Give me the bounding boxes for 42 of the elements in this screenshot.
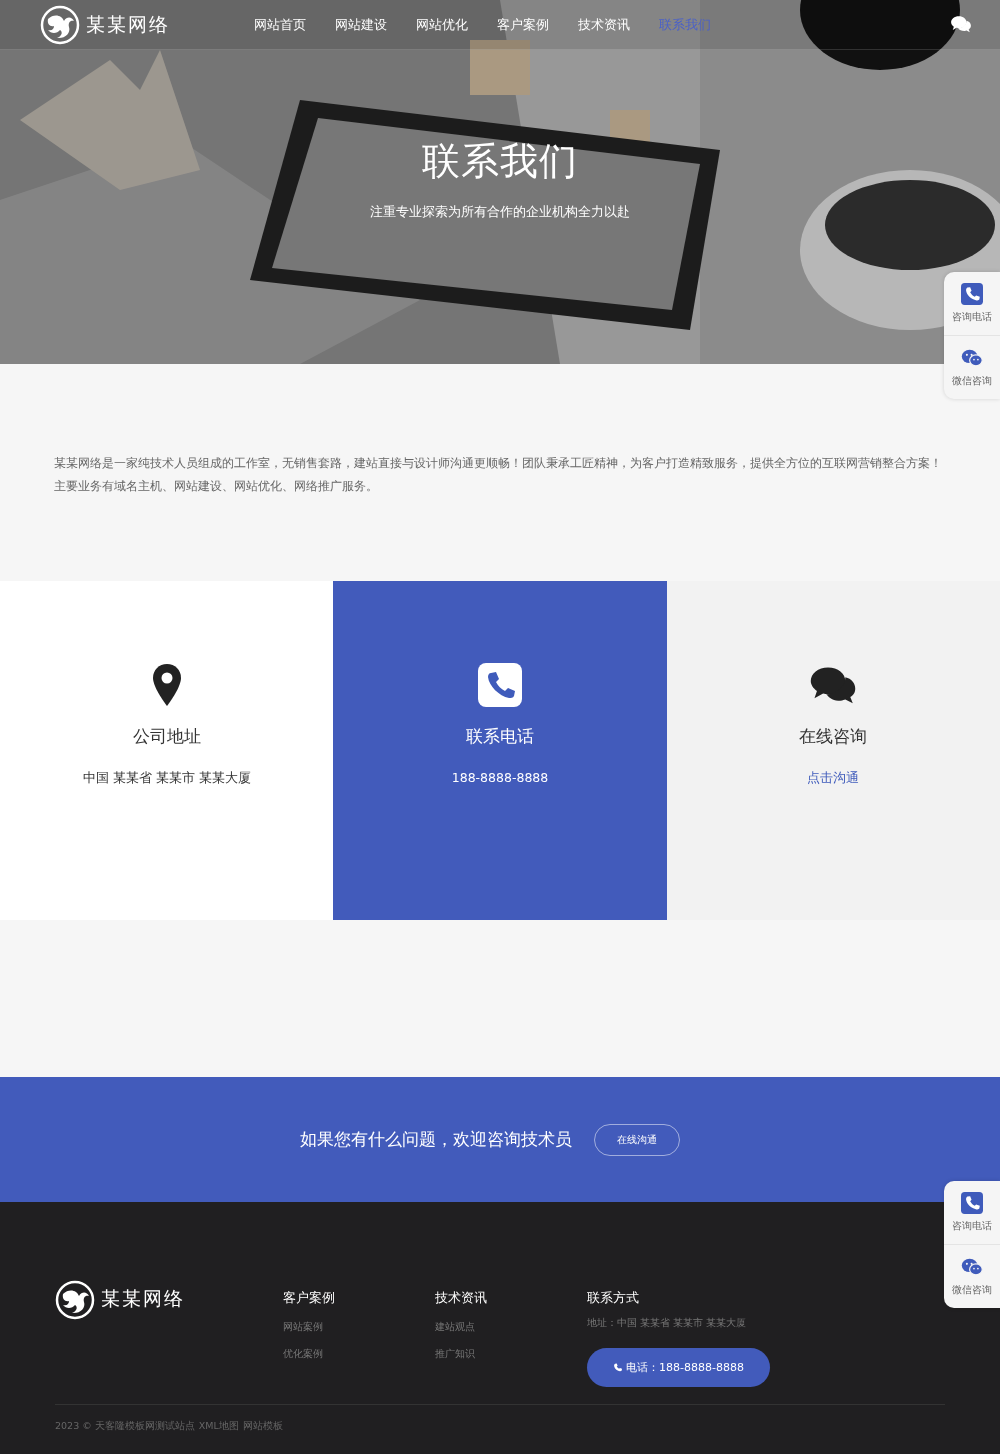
nav-link[interactable]: 网站优化 xyxy=(416,15,475,34)
side-link[interactable]: 咨询电话 xyxy=(952,311,992,324)
wechat-icon xyxy=(961,1256,983,1278)
logo-text[interactable]: 某某网络 xyxy=(86,11,170,38)
footer-link[interactable]: 建站观点 xyxy=(435,1321,475,1334)
card-title: 公司地址 xyxy=(132,725,201,748)
page-title: 联系我们 xyxy=(422,138,578,185)
phone-icon xyxy=(613,1362,624,1373)
side-link[interactable]: 微信咨询 xyxy=(952,375,992,388)
footer-link[interactable]: 网站模板 xyxy=(242,1420,283,1433)
phone-icon xyxy=(961,283,983,305)
nav-link[interactable]: 技术资讯 xyxy=(578,15,637,34)
page-subtitle: 注重专业探索为所有合作的企业机构全力以赴 xyxy=(370,203,630,221)
footer-heading: 联系方式 xyxy=(587,1290,639,1307)
card-title: 在线咨询 xyxy=(799,725,868,748)
logo-icon xyxy=(40,4,80,45)
card-text: 中国 某某省 某某市 某某大厦 xyxy=(82,770,251,787)
footer-heading: 技术资讯 xyxy=(435,1290,487,1307)
footer-link[interactable]: 网站案例 xyxy=(283,1321,323,1334)
location-pin-icon xyxy=(151,663,182,707)
logo-text[interactable]: 某某网络 xyxy=(101,1286,185,1312)
nav-link[interactable]: 客户案例 xyxy=(497,15,556,34)
card-title: 联系电话 xyxy=(466,725,534,748)
cta-text: 如果您有什么问题，欢迎咨询技术员 xyxy=(300,1128,572,1151)
address-text: 地址：中国 某某省 某某市 某某大厦 xyxy=(587,1317,747,1330)
side-link[interactable]: 咨询电话 xyxy=(952,1220,992,1233)
footer-heading: 客户案例 xyxy=(283,1290,335,1307)
intro-paragraph: 某某网络是一家纯技术人员组成的工作室，无销售套路，建站直接与设计师沟通更顺畅！团队秉承工匠精神，为客户打造精致服务，提供全方位的互联网营销整合方案！主要业务有域名主机、网站建设、网站优化、网络推广服务。 xyxy=(54,455,943,495)
chat-icon xyxy=(950,15,972,34)
side-link[interactable]: 微信咨询 xyxy=(952,1284,992,1297)
card-text: 188-8888-8888 xyxy=(451,770,549,785)
nav-link[interactable]: 网站首页 xyxy=(254,15,313,34)
nav-link[interactable]: 网站建设 xyxy=(335,15,394,34)
phone-icon xyxy=(478,663,522,707)
footer-link[interactable]: XML地图 xyxy=(198,1420,239,1433)
phone-icon xyxy=(961,1192,983,1214)
chat-link[interactable]: 点击沟通 xyxy=(807,770,860,787)
footer-link[interactable]: 推广知识 xyxy=(435,1348,475,1361)
logo-icon xyxy=(55,1280,95,1320)
phone-button[interactable]: 电话：188-8888-8888 xyxy=(587,1348,770,1387)
wechat-icon xyxy=(961,347,983,369)
footer-link[interactable]: 优化案例 xyxy=(283,1348,323,1361)
